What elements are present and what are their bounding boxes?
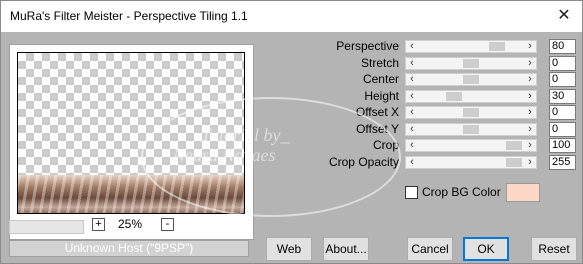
right-arrow-icon[interactable]: › bbox=[524, 106, 536, 119]
ok-button[interactable]: OK bbox=[463, 237, 509, 261]
stretch-value-field[interactable]: 0 bbox=[549, 56, 576, 71]
zoom-level: 25% bbox=[118, 217, 143, 231]
offset-y-value-field[interactable]: 0 bbox=[549, 122, 576, 137]
crop-opacity-slider[interactable]: ‹ › bbox=[405, 156, 537, 169]
offset-x-slider-thumb[interactable] bbox=[463, 108, 479, 117]
left-arrow-icon[interactable]: ‹ bbox=[406, 57, 418, 70]
perspective-value-field[interactable]: 80 bbox=[549, 39, 576, 54]
right-arrow-icon[interactable]: › bbox=[524, 123, 536, 136]
offset-x-value-field[interactable]: 0 bbox=[549, 105, 576, 120]
height-slider[interactable]: ‹ › bbox=[405, 90, 537, 103]
crop-bg-color-swatch[interactable] bbox=[506, 183, 540, 202]
right-arrow-icon[interactable]: › bbox=[524, 156, 536, 169]
watermark-line-1: Tutorial by_ bbox=[201, 125, 290, 145]
center-slider[interactable]: ‹ › bbox=[405, 73, 537, 86]
perspective-slider[interactable]: ‹ › bbox=[405, 40, 537, 53]
crop-label: Crop bbox=[372, 138, 399, 152]
crop-value-field[interactable]: 100 bbox=[549, 138, 576, 153]
offset-x-slider[interactable]: ‹ › bbox=[405, 106, 537, 119]
dialog-body: + 25% - Unknown Host ("9PSP") Perspectiv… bbox=[1, 32, 582, 263]
left-arrow-icon[interactable]: ‹ bbox=[406, 90, 418, 103]
left-arrow-icon[interactable]: ‹ bbox=[406, 73, 418, 86]
height-label: Height bbox=[364, 89, 399, 103]
center-slider-thumb[interactable] bbox=[463, 75, 479, 84]
right-arrow-icon[interactable]: › bbox=[524, 139, 536, 152]
height-slider-thumb[interactable] bbox=[446, 92, 462, 101]
title-bar: MuRa's Filter Meister - Perspective Tili… bbox=[1, 1, 582, 32]
perspective-label: Perspective bbox=[336, 39, 399, 53]
host-status: Unknown Host ("9PSP") bbox=[9, 240, 249, 257]
crop-bg-color-checkbox[interactable] bbox=[405, 186, 418, 199]
window-title: MuRa's Filter Meister - Perspective Tili… bbox=[10, 9, 248, 23]
crop-opacity-value-field[interactable]: 255 bbox=[549, 155, 576, 170]
stretch-label: Stretch bbox=[360, 56, 399, 70]
height-value-field[interactable]: 30 bbox=[549, 89, 576, 104]
left-arrow-icon[interactable]: ‹ bbox=[406, 139, 418, 152]
zoom-in-button[interactable]: + bbox=[92, 218, 105, 231]
stretch-slider-thumb[interactable] bbox=[463, 59, 479, 68]
crop-slider[interactable]: ‹ › bbox=[405, 139, 537, 152]
crop-opacity-label: Crop Opacity bbox=[328, 155, 399, 169]
left-arrow-icon[interactable]: ‹ bbox=[406, 106, 418, 119]
left-arrow-icon[interactable]: ‹ bbox=[406, 156, 418, 169]
right-arrow-icon[interactable]: › bbox=[524, 40, 536, 53]
crop-bg-color-label[interactable]: Crop BG Color bbox=[422, 185, 501, 199]
right-arrow-icon[interactable]: › bbox=[524, 73, 536, 86]
reset-button[interactable]: Reset bbox=[531, 237, 577, 261]
close-icon[interactable]: ✕ bbox=[555, 7, 573, 25]
offset-y-slider[interactable]: ‹ › bbox=[405, 123, 537, 136]
center-label: Center bbox=[362, 72, 399, 86]
center-value-field[interactable]: 0 bbox=[549, 72, 576, 87]
zoom-out-button[interactable]: - bbox=[161, 218, 174, 231]
preview-image-strip bbox=[18, 175, 244, 213]
cancel-button[interactable]: Cancel bbox=[407, 237, 453, 261]
watermark-line-2: Neusa Novaes bbox=[173, 145, 276, 165]
left-arrow-icon[interactable]: ‹ bbox=[406, 123, 418, 136]
filter-dialog: MuRa's Filter Meister - Perspective Tili… bbox=[0, 0, 583, 264]
right-arrow-icon[interactable]: › bbox=[524, 57, 536, 70]
offset-x-label: Offset X bbox=[355, 105, 399, 119]
about-button[interactable]: About... bbox=[323, 237, 369, 261]
offset-y-label: Offset Y bbox=[356, 122, 399, 136]
web-button[interactable]: Web bbox=[266, 237, 312, 261]
offset-y-slider-thumb[interactable] bbox=[463, 125, 479, 134]
crop-slider-thumb[interactable] bbox=[506, 141, 522, 150]
zoom-slider[interactable] bbox=[9, 220, 84, 234]
perspective-slider-thumb[interactable] bbox=[489, 42, 505, 51]
right-arrow-icon[interactable]: › bbox=[524, 90, 536, 103]
crop-opacity-slider-thumb[interactable] bbox=[506, 158, 522, 167]
left-arrow-icon[interactable]: ‹ bbox=[406, 40, 418, 53]
stretch-slider[interactable]: ‹ › bbox=[405, 57, 537, 70]
